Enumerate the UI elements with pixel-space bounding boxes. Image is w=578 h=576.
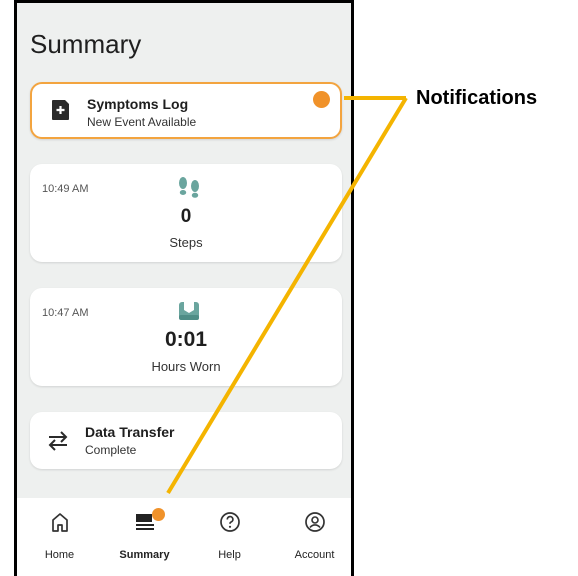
notifications-callout: Notifications [416, 87, 538, 109]
data-transfer-card[interactable]: Data Transfer Complete [30, 412, 342, 469]
hours-worn-card[interactable]: 10:47 AM 0:01 Hours Worn [30, 288, 342, 386]
bottom-navigation: Home Summary Help Account [17, 498, 351, 576]
steps-label: Steps [169, 235, 203, 250]
nav-account-label: Account [294, 549, 335, 561]
symptoms-log-subtitle: New Event Available [87, 115, 197, 129]
nav-help-label: Help [218, 549, 241, 561]
steps-value: 0 [180, 206, 192, 227]
page-title: Summary [30, 29, 142, 59]
home-icon [51, 513, 68, 532]
symptoms-log-card[interactable]: Symptoms Log New Event Available [30, 82, 342, 139]
steps-card[interactable]: 10:49 AM 0 Steps [30, 164, 342, 262]
hours-worn-value: 0:01 [164, 328, 208, 351]
account-icon [304, 512, 325, 532]
nav-summary[interactable]: Summary [102, 498, 187, 576]
hours-worn-time: 10:47 AM [42, 307, 89, 319]
summary-notification-dot [152, 508, 165, 521]
phone-screen: Summary Symptoms Log New Event Available… [14, 0, 354, 576]
symptoms-log-title: Symptoms Log [87, 96, 189, 112]
notification-dot [313, 91, 330, 108]
vest-icon [179, 302, 199, 320]
nav-summary-label: Summary [119, 549, 170, 561]
nav-home[interactable]: Home [17, 498, 102, 576]
add-note-icon [52, 100, 69, 120]
data-transfer-subtitle: Complete [85, 443, 137, 457]
data-transfer-title: Data Transfer [85, 424, 175, 440]
nav-home-label: Home [44, 549, 75, 561]
help-icon [219, 512, 240, 532]
transfer-arrows-icon [48, 431, 68, 451]
footsteps-icon [179, 177, 199, 198]
nav-help[interactable]: Help [187, 498, 272, 576]
nav-account[interactable]: Account [272, 498, 351, 576]
steps-time: 10:49 AM [42, 183, 89, 195]
hours-worn-label: Hours Worn [151, 359, 221, 374]
